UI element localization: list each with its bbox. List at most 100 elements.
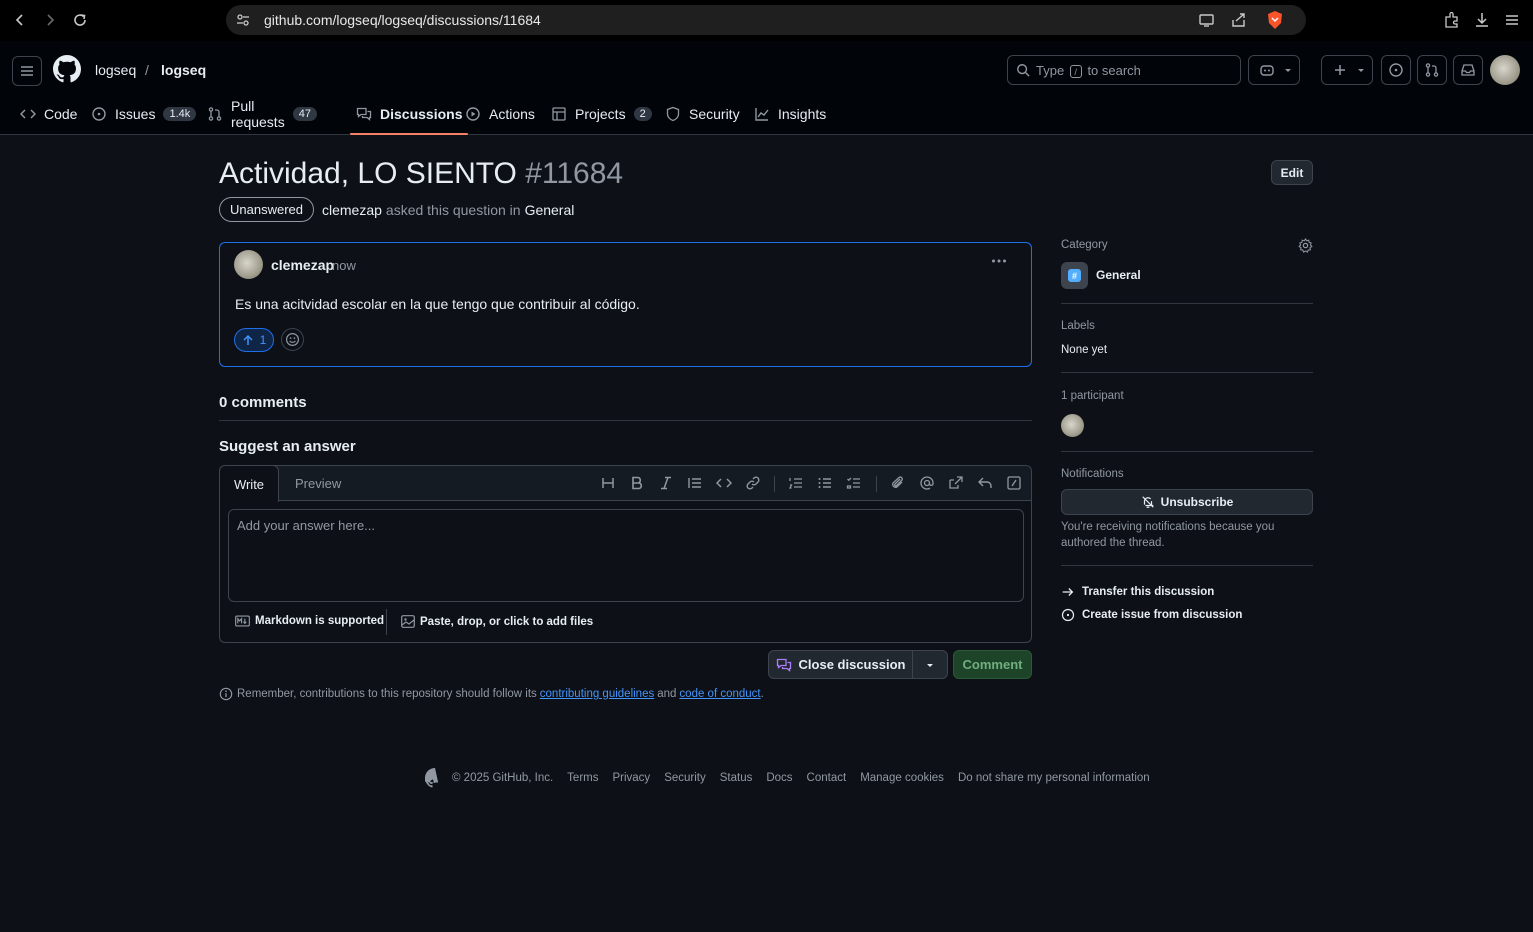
footer-link-privacy[interactable]: Privacy: [612, 772, 650, 784]
issues-count: 1.4k: [163, 107, 197, 121]
quote-icon[interactable]: [687, 475, 703, 491]
footer-link-terms[interactable]: Terms: [567, 772, 598, 784]
tab-discussions[interactable]: Discussions: [349, 93, 469, 135]
footer-link-docs[interactable]: Docs: [766, 772, 792, 784]
breadcrumb-repo[interactable]: logseq: [161, 62, 206, 78]
info-icon: [219, 687, 233, 701]
link-icon[interactable]: [745, 475, 761, 491]
discussion-number: #11684: [525, 157, 624, 190]
create-new-button[interactable]: [1321, 55, 1373, 85]
projects-count: 2: [633, 107, 652, 121]
footer-link-manage-cookies[interactable]: Manage cookies: [860, 772, 944, 784]
bell-slash-icon: [1141, 495, 1155, 509]
ordered-list-icon[interactable]: [788, 475, 804, 491]
page-title: Actividad, LO SIENTO #11684: [219, 157, 623, 191]
notifications-notice: You're receiving notifications because y…: [1061, 521, 1275, 549]
write-tab[interactable]: Write: [219, 465, 279, 502]
downloads-icon[interactable]: [1472, 10, 1492, 30]
add-reaction-button[interactable]: [281, 328, 304, 351]
image-icon: [401, 615, 415, 628]
category-link[interactable]: General: [525, 202, 575, 218]
transfer-discussion-link[interactable]: Transfer this discussion: [1061, 585, 1214, 599]
cross-reference-icon[interactable]: [948, 475, 964, 491]
footer-link-do-not-share[interactable]: Do not share my personal information: [958, 772, 1150, 784]
tab-security[interactable]: Security: [665, 93, 740, 135]
discussion-post: clemezap now Es una acitvidad escolar en…: [219, 242, 1032, 367]
hamburger-menu-button[interactable]: [12, 56, 42, 86]
participant-avatar[interactable]: [1061, 414, 1084, 437]
discussion-icon: [356, 106, 372, 122]
labels-heading: Labels: [1061, 320, 1095, 332]
task-list-icon[interactable]: [846, 475, 862, 491]
unsubscribe-button[interactable]: Unsubscribe: [1061, 489, 1313, 515]
upvote-count: 1: [259, 333, 267, 347]
markdown-icon: [235, 615, 250, 627]
back-icon[interactable]: [10, 10, 30, 30]
browser-menu-icon[interactable]: [1502, 10, 1522, 30]
issues-shortcut-button[interactable]: [1381, 55, 1411, 85]
tab-actions[interactable]: Actions: [465, 93, 535, 135]
tab-insights[interactable]: Insights: [754, 93, 826, 135]
search-input[interactable]: Type / to search: [1007, 55, 1241, 85]
cast-icon[interactable]: [1198, 11, 1216, 29]
tab-code[interactable]: Code: [20, 93, 77, 135]
category-name[interactable]: General: [1096, 268, 1141, 282]
answer-textarea[interactable]: [228, 509, 1024, 602]
forward-icon[interactable]: [40, 10, 60, 30]
footer-link-contact[interactable]: Contact: [807, 772, 847, 784]
close-discussion-button[interactable]: Close discussion: [768, 650, 913, 679]
heading-icon[interactable]: [600, 475, 616, 491]
create-issue-link[interactable]: Create issue from discussion: [1061, 608, 1242, 622]
bold-icon[interactable]: [629, 475, 645, 491]
page-footer: © 2025 GitHub, Inc. Terms Privacy Securi…: [425, 768, 1164, 788]
upvote-button[interactable]: 1: [234, 328, 274, 352]
inbox-button[interactable]: [1453, 55, 1483, 85]
code-of-conduct-link[interactable]: code of conduct: [679, 688, 760, 700]
arrow-up-icon: [242, 334, 254, 346]
author-avatar[interactable]: [234, 250, 263, 279]
pull-requests-count: 47: [292, 107, 317, 121]
author-link[interactable]: clemezap: [322, 202, 382, 218]
mention-icon[interactable]: [919, 475, 935, 491]
footer-link-status[interactable]: Status: [720, 772, 753, 784]
tab-issues[interactable]: Issues 1.4k: [91, 93, 197, 135]
tab-pull-requests[interactable]: Pull requests 47: [207, 93, 317, 135]
comment-button[interactable]: Comment: [953, 650, 1032, 679]
paperclip-icon[interactable]: [890, 475, 906, 491]
italic-icon[interactable]: [658, 475, 674, 491]
footer-link-security[interactable]: Security: [664, 772, 706, 784]
extensions-icon[interactable]: [1442, 10, 1462, 30]
tab-projects[interactable]: Projects 2: [551, 93, 652, 135]
edit-button[interactable]: Edit: [1271, 160, 1313, 185]
github-logo-icon[interactable]: [53, 55, 81, 83]
triangle-down-icon: [925, 660, 935, 670]
pull-requests-shortcut-button[interactable]: [1417, 55, 1447, 85]
sidebar-divider: [1061, 565, 1313, 566]
post-author[interactable]: clemezap: [271, 257, 334, 273]
address-bar[interactable]: github.com/logseq/logseq/discussions/116…: [226, 5, 1306, 35]
brave-shield-icon[interactable]: [1266, 10, 1284, 30]
post-timestamp[interactable]: now: [332, 258, 356, 273]
breadcrumb-owner[interactable]: logseq: [95, 62, 136, 78]
contributing-guidelines-link[interactable]: contributing guidelines: [540, 688, 654, 700]
site-settings-icon[interactable]: [235, 12, 251, 28]
markdown-supported-link[interactable]: Markdown is supported: [235, 615, 384, 627]
close-options-dropdown[interactable]: [912, 650, 948, 679]
code-icon[interactable]: [716, 475, 732, 491]
slash-commands-icon[interactable]: [1006, 475, 1022, 491]
attach-files-button[interactable]: Paste, drop, or click to add files: [401, 615, 593, 628]
url-text[interactable]: github.com/logseq/logseq/discussions/116…: [264, 12, 541, 28]
preview-tab[interactable]: Preview: [295, 476, 341, 491]
browser-toolbar: github.com/logseq/logseq/discussions/116…: [0, 0, 1533, 41]
toolbar-divider: [774, 476, 775, 492]
copilot-button[interactable]: [1248, 55, 1300, 85]
user-avatar[interactable]: [1490, 55, 1520, 85]
reload-icon[interactable]: [70, 10, 90, 30]
reply-icon[interactable]: [977, 475, 993, 491]
more-options-icon[interactable]: [990, 252, 1008, 270]
unordered-list-icon[interactable]: [817, 475, 833, 491]
github-footer-logo-icon[interactable]: [425, 768, 445, 788]
search-shortcut-key: /: [1069, 65, 1082, 79]
share-icon[interactable]: [1230, 11, 1248, 29]
gear-icon[interactable]: [1298, 238, 1313, 253]
